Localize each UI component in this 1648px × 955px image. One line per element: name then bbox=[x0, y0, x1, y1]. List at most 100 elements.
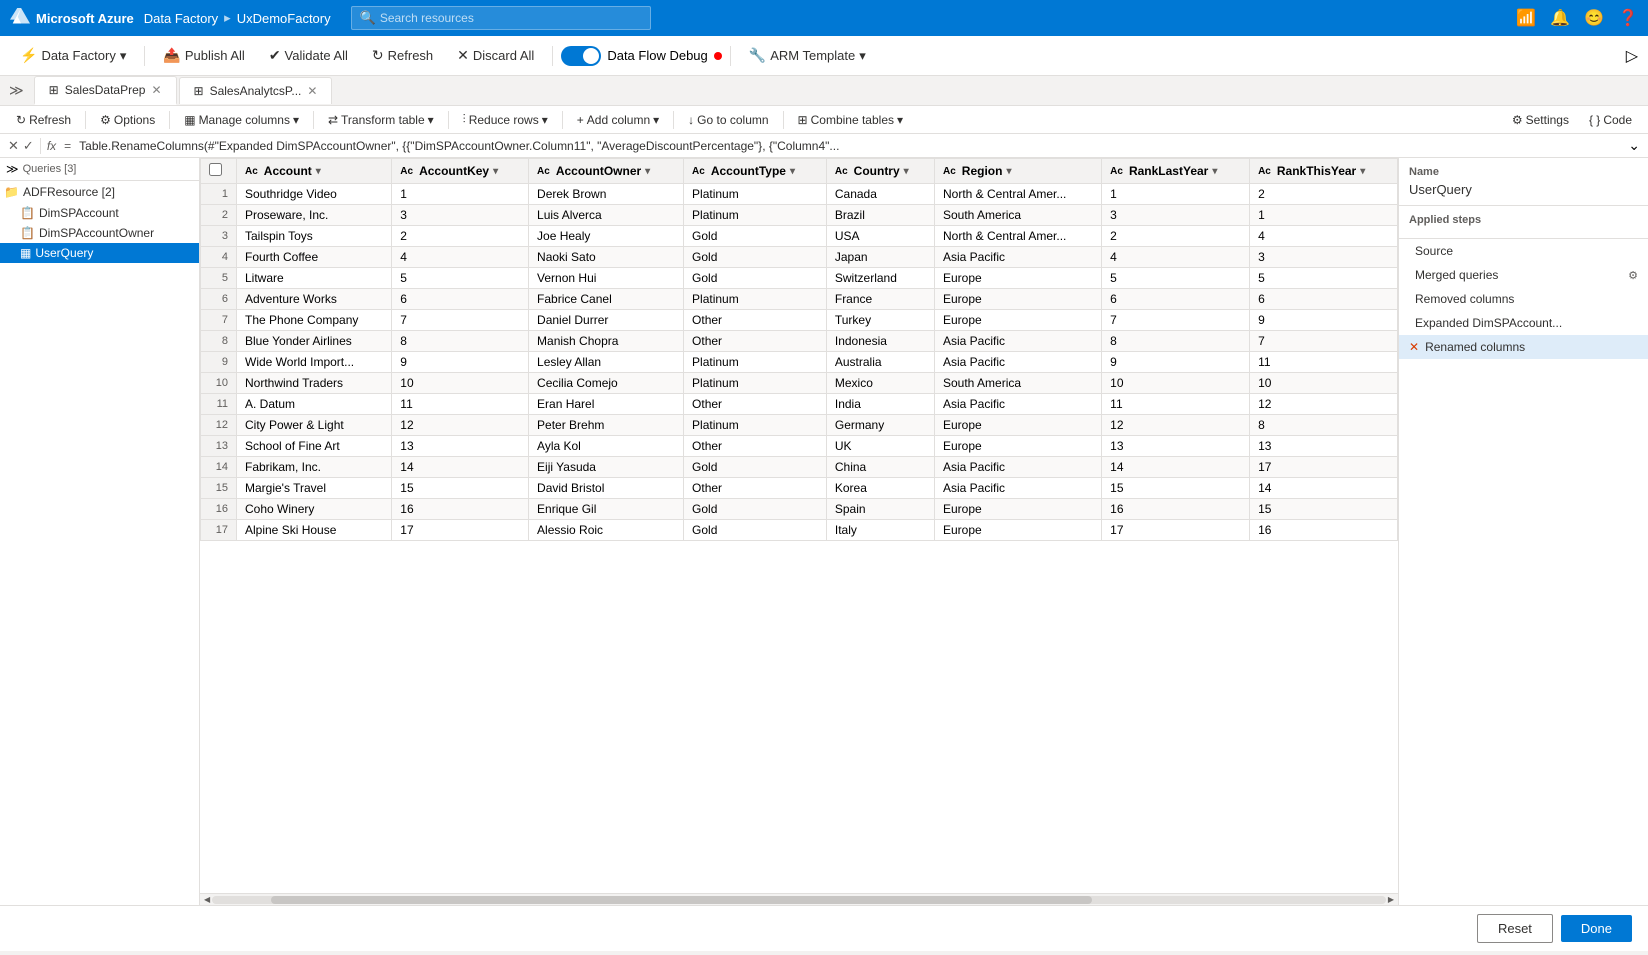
col-header-ranklastyear[interactable]: Ac RankLastYear ▾ bbox=[1102, 159, 1250, 184]
tab-sales-analytics-close[interactable]: ✕ bbox=[307, 84, 317, 98]
validate-button[interactable]: ✔ Validate All bbox=[259, 43, 358, 68]
select-all-checkbox[interactable] bbox=[209, 163, 222, 176]
col-header-account[interactable]: Ac Account ▾ bbox=[237, 159, 392, 184]
expand-button[interactable]: ▷ bbox=[1626, 46, 1638, 66]
region-type-icon: Ac bbox=[943, 166, 956, 177]
step-item-removed[interactable]: Removed columns bbox=[1399, 287, 1648, 311]
step-item-merged[interactable]: Merged queries⚙ bbox=[1399, 263, 1648, 287]
qt-transform-button[interactable]: ⇄ Transform table ▾ bbox=[320, 110, 442, 130]
search-input[interactable] bbox=[380, 11, 642, 25]
col-header-region[interactable]: Ac Region ▾ bbox=[935, 159, 1102, 184]
adf-resource-group[interactable]: 📁 ADFResource [2] bbox=[0, 181, 199, 203]
table-cell: 6 bbox=[1102, 289, 1250, 310]
col-header-accountowner[interactable]: Ac AccountOwner ▾ bbox=[529, 159, 684, 184]
account-sort-icon[interactable]: ▾ bbox=[316, 166, 321, 177]
qt-refresh-button[interactable]: ↻ Refresh bbox=[8, 110, 79, 130]
data-grid-wrapper[interactable]: Ac Account ▾ Ac AccountKey ▾ bbox=[200, 158, 1398, 893]
table-cell: Asia Pacific bbox=[935, 478, 1102, 499]
dim-sp-account-owner-item[interactable]: 📋 DimSPAccountOwner bbox=[0, 223, 199, 243]
settings-icon: ⚙ bbox=[1512, 113, 1523, 127]
table-row[interactable]: 9Wide World Import...9Lesley AllanPlatin… bbox=[201, 352, 1398, 373]
table-cell: Europe bbox=[935, 310, 1102, 331]
tabs-bar: ≫ ⊞ SalesDataPrep ✕ ⊞ SalesAnalytcsP... … bbox=[0, 76, 1648, 106]
region-sort-icon[interactable]: ▾ bbox=[1006, 166, 1011, 177]
qt-goto-column-button[interactable]: ↓ Go to column bbox=[680, 110, 776, 130]
table-cell: 4 bbox=[392, 247, 529, 268]
ranklastyear-sort-icon[interactable]: ▾ bbox=[1212, 166, 1217, 177]
table-cell: 5 bbox=[1102, 268, 1250, 289]
table-cell: Adventure Works bbox=[237, 289, 392, 310]
breadcrumb-data-factory[interactable]: Data Factory bbox=[144, 11, 218, 26]
discard-button[interactable]: ✕ Discard All bbox=[447, 43, 544, 68]
table-row[interactable]: 14Fabrikam, Inc.14Eiji YasudaGoldChinaAs… bbox=[201, 457, 1398, 478]
reset-button[interactable]: Reset bbox=[1477, 914, 1553, 943]
accountkey-sort-icon[interactable]: ▾ bbox=[493, 166, 498, 177]
col-header-accountkey[interactable]: Ac AccountKey ▾ bbox=[392, 159, 529, 184]
table-row[interactable]: 2Proseware, Inc.3Luis AlvercaPlatinumBra… bbox=[201, 205, 1398, 226]
table-row[interactable]: 4Fourth Coffee4Naoki SatoGoldJapanAsia P… bbox=[201, 247, 1398, 268]
tab-sales-data-prep[interactable]: ⊞ SalesDataPrep ✕ bbox=[34, 76, 177, 105]
table-row[interactable]: 6Adventure Works6Fabrice CanelPlatinumFr… bbox=[201, 289, 1398, 310]
qt-reduce-rows-button[interactable]: ⫶ Reduce rows ▾ bbox=[455, 109, 556, 130]
notification-icon[interactable]: 🔔 bbox=[1550, 8, 1570, 28]
qt-combine-button[interactable]: ⊞ Combine tables ▾ bbox=[790, 110, 911, 130]
country-sort-icon[interactable]: ▾ bbox=[904, 166, 909, 177]
tab-sales-analytics[interactable]: ⊞ SalesAnalytcsP... ✕ bbox=[179, 77, 333, 104]
accounttype-sort-icon[interactable]: ▾ bbox=[790, 166, 795, 177]
help-icon[interactable]: ❓ bbox=[1618, 8, 1638, 28]
done-button[interactable]: Done bbox=[1561, 915, 1632, 942]
table-cell: Manish Chopra bbox=[529, 331, 684, 352]
table-row[interactable]: 12City Power & Light12Peter BrehmPlatinu… bbox=[201, 415, 1398, 436]
left-collapse-button[interactable]: ≫ bbox=[5, 78, 28, 103]
table-row[interactable]: 8Blue Yonder Airlines8Manish ChopraOther… bbox=[201, 331, 1398, 352]
azure-search-box[interactable]: 🔍 bbox=[351, 6, 651, 30]
settings-button[interactable]: ⚙ Settings bbox=[1504, 110, 1577, 130]
step-item-renamed[interactable]: ✕Renamed columns bbox=[1399, 335, 1648, 359]
accountowner-sort-icon[interactable]: ▾ bbox=[645, 166, 650, 177]
scroll-left-icon[interactable]: ◀ bbox=[202, 895, 212, 904]
rankthisyear-sort-icon[interactable]: ▾ bbox=[1360, 166, 1365, 177]
formula-confirm-icon[interactable]: ✓ bbox=[23, 138, 34, 154]
smiley-icon[interactable]: 😊 bbox=[1584, 8, 1604, 28]
table-row[interactable]: 17Alpine Ski House17Alessio RoicGoldItal… bbox=[201, 520, 1398, 541]
table-row[interactable]: 16Coho Winery16Enrique GilGoldSpainEurop… bbox=[201, 499, 1398, 520]
step-gear-icon[interactable]: ⚙ bbox=[1628, 269, 1638, 282]
qt-add-chevron: ▾ bbox=[653, 113, 659, 127]
table-row[interactable]: 5Litware5Vernon HuiGoldSwitzerlandEurope… bbox=[201, 268, 1398, 289]
refresh-button[interactable]: ↻ Refresh bbox=[362, 43, 443, 68]
qt-add-column-button[interactable]: + Add column ▾ bbox=[569, 110, 667, 130]
breadcrumb-ux-demo[interactable]: UxDemoFactory bbox=[237, 11, 331, 26]
publish-button[interactable]: 📤 Publish All bbox=[153, 43, 254, 68]
col-header-accounttype[interactable]: Ac AccountType ▾ bbox=[684, 159, 827, 184]
step-item-expanded[interactable]: Expanded DimSPAccount... bbox=[1399, 311, 1648, 335]
arm-template-button[interactable]: 🔧 ARM Template ▾ bbox=[739, 43, 876, 68]
qt-manage-columns-button[interactable]: ▦ Manage columns ▾ bbox=[176, 110, 307, 130]
data-factory-label: Data Factory bbox=[41, 48, 115, 63]
code-button[interactable]: { } Code bbox=[1581, 110, 1640, 130]
table-row[interactable]: 11A. Datum11Eran HarelOtherIndiaAsia Pac… bbox=[201, 394, 1398, 415]
scroll-right-icon[interactable]: ▶ bbox=[1386, 895, 1396, 904]
data-factory-button[interactable]: ⚡ Data Factory ▾ bbox=[10, 43, 136, 68]
debug-toggle[interactable] bbox=[561, 46, 601, 66]
formula-cancel-icon[interactable]: ✕ bbox=[8, 138, 19, 154]
table-row[interactable]: 3Tailspin Toys2Joe HealyGoldUSANorth & C… bbox=[201, 226, 1398, 247]
table-row[interactable]: 7The Phone Company7Daniel DurrerOtherTur… bbox=[201, 310, 1398, 331]
scroll-track[interactable] bbox=[212, 896, 1386, 904]
table-cell: A. Datum bbox=[237, 394, 392, 415]
col-header-country[interactable]: Ac Country ▾ bbox=[826, 159, 934, 184]
table-row[interactable]: 13School of Fine Art13Ayla KolOtherUKEur… bbox=[201, 436, 1398, 457]
col-header-rankthisyear[interactable]: Ac RankThisYear ▾ bbox=[1250, 159, 1398, 184]
user-query-item[interactable]: ▦ UserQuery bbox=[0, 243, 199, 263]
table-row[interactable]: 15Margie's Travel15David BristolOtherKor… bbox=[201, 478, 1398, 499]
table-row[interactable]: 10Northwind Traders10Cecilia ComejoPlati… bbox=[201, 373, 1398, 394]
formula-expand-icon[interactable]: ⌄ bbox=[1628, 137, 1640, 154]
table-row[interactable]: 1Southridge Video1Derek BrownPlatinumCan… bbox=[201, 184, 1398, 205]
qt-options-button[interactable]: ⚙ Options bbox=[92, 110, 163, 130]
horizontal-scrollbar[interactable]: ◀ ▶ bbox=[200, 893, 1398, 905]
panel-expand-btn[interactable]: ≫ bbox=[6, 162, 19, 176]
wifi-icon[interactable]: 📶 bbox=[1516, 8, 1536, 28]
dim-sp-account-item[interactable]: 📋 DimSPAccount bbox=[0, 203, 199, 223]
step-item-source[interactable]: Source bbox=[1399, 239, 1648, 263]
scroll-thumb[interactable] bbox=[271, 896, 1093, 904]
tab-sales-data-prep-close[interactable]: ✕ bbox=[151, 83, 161, 97]
